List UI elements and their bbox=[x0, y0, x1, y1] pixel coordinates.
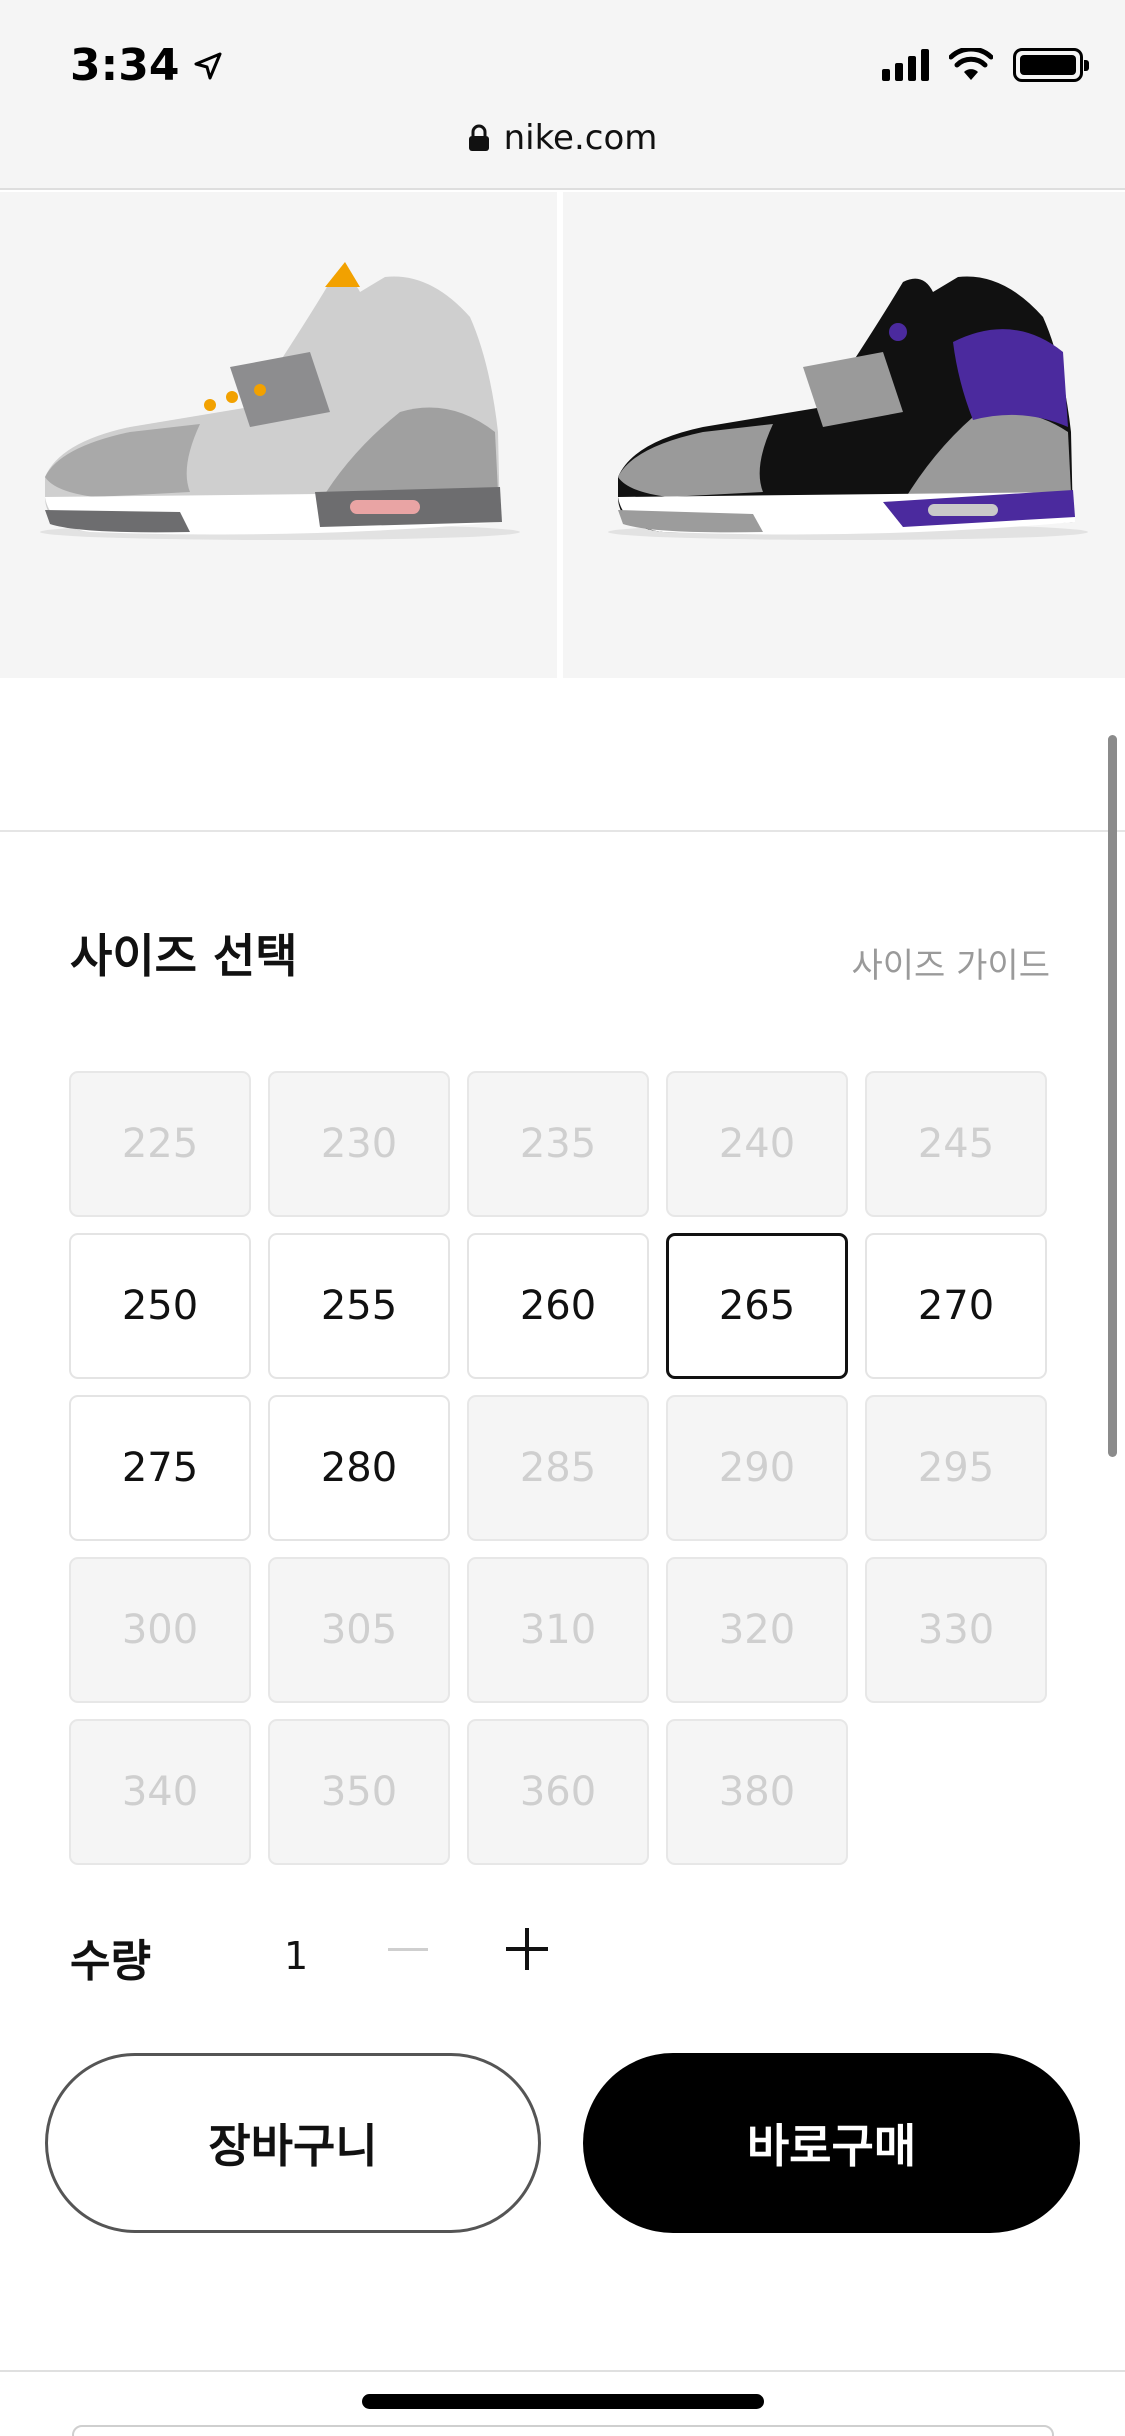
size-option-285: 285 bbox=[467, 1395, 649, 1541]
section-divider bbox=[0, 830, 1125, 832]
address-bar[interactable]: nike.com bbox=[0, 118, 1125, 158]
variant-image-black-purple[interactable] bbox=[563, 192, 1125, 678]
quantity-label: 수량 bbox=[70, 1936, 151, 1987]
scrollbar[interactable] bbox=[1108, 735, 1117, 1457]
url-text: nike.com bbox=[503, 118, 658, 158]
size-option-305: 305 bbox=[268, 1557, 450, 1703]
size-option-330: 330 bbox=[865, 1557, 1047, 1703]
quantity-decrease-button[interactable] bbox=[388, 1948, 428, 1951]
size-option-380: 380 bbox=[666, 1719, 848, 1865]
size-option-340: 340 bbox=[69, 1719, 251, 1865]
status-time-text: 3:34 bbox=[70, 40, 180, 91]
size-option-255[interactable]: 255 bbox=[268, 1233, 450, 1379]
size-option-310: 310 bbox=[467, 1557, 649, 1703]
size-option-350: 350 bbox=[268, 1719, 450, 1865]
cellular-signal-icon bbox=[882, 49, 929, 81]
buy-now-button[interactable]: 바로구매 bbox=[583, 2053, 1080, 2233]
size-option-245: 245 bbox=[865, 1071, 1047, 1217]
size-option-300: 300 bbox=[69, 1557, 251, 1703]
wifi-icon bbox=[949, 48, 993, 80]
sneaker-grey-image bbox=[40, 262, 520, 540]
variant-image-grey[interactable] bbox=[0, 192, 557, 678]
size-option-250[interactable]: 250 bbox=[69, 1233, 251, 1379]
size-guide-link[interactable]: 사이즈 가이드 bbox=[852, 938, 1051, 987]
size-option-290: 290 bbox=[666, 1395, 848, 1541]
size-option-260[interactable]: 260 bbox=[467, 1233, 649, 1379]
add-to-cart-button[interactable]: 장바구니 bbox=[45, 2053, 541, 2233]
size-grid: 225 230 235 240 245 250 255 260 265 270 275 280 285 2… bbox=[69, 1071, 1050, 1865]
size-option-280[interactable]: 280 bbox=[268, 1395, 450, 1541]
quantity-increase-button[interactable] bbox=[506, 1928, 548, 1970]
sneaker-black-purple-image bbox=[608, 276, 1088, 540]
size-option-270[interactable]: 270 bbox=[865, 1233, 1047, 1379]
home-indicator[interactable] bbox=[362, 2394, 764, 2409]
size-option-230: 230 bbox=[268, 1071, 450, 1217]
size-option-225: 225 bbox=[69, 1071, 251, 1217]
quantity-value: 1 bbox=[284, 1934, 309, 1978]
size-option-235: 235 bbox=[467, 1071, 649, 1217]
size-option-360: 360 bbox=[467, 1719, 649, 1865]
location-arrow-icon bbox=[194, 52, 222, 79]
size-section-title: 사이즈 선택 bbox=[70, 929, 298, 983]
product-variant-gallery bbox=[0, 192, 1125, 678]
size-option-295: 295 bbox=[865, 1395, 1047, 1541]
bottom-partial-field bbox=[72, 2425, 1054, 2436]
status-time: 3:34 bbox=[70, 40, 223, 91]
status-icons bbox=[882, 48, 1089, 82]
size-option-275[interactable]: 275 bbox=[69, 1395, 251, 1541]
bottom-divider bbox=[0, 2370, 1125, 2372]
lock-icon bbox=[468, 124, 489, 151]
size-option-240: 240 bbox=[666, 1071, 848, 1217]
size-option-320: 320 bbox=[666, 1557, 848, 1703]
battery-icon bbox=[1013, 48, 1089, 82]
size-option-265[interactable]: 265 bbox=[666, 1233, 848, 1379]
browser-chrome: 3:34 nike.com bbox=[0, 0, 1125, 190]
